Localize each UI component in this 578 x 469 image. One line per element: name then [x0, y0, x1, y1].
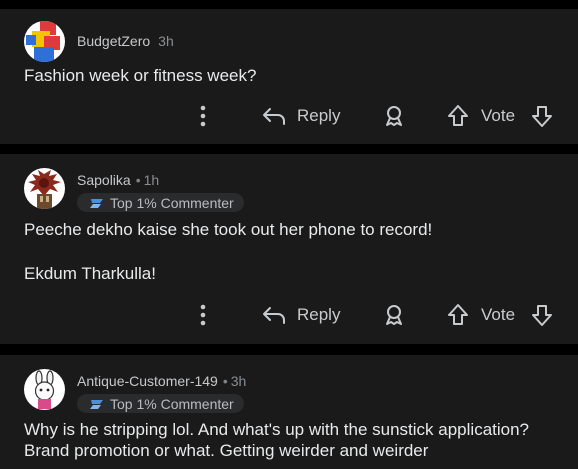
commenter-badge: Top 1% Commenter	[77, 193, 244, 212]
upvote-icon	[448, 304, 468, 325]
award-icon	[386, 106, 402, 126]
downvote-icon	[532, 305, 552, 326]
top-commenter-icon	[90, 399, 103, 409]
more-options-button[interactable]	[196, 101, 210, 131]
more-options-button[interactable]	[196, 300, 210, 330]
comment-header: BudgetZero 3h	[24, 21, 174, 62]
upvote-button[interactable]: Vote	[447, 101, 515, 131]
comment-actions: Reply Vote	[0, 300, 578, 330]
reply-label: Reply	[297, 305, 341, 324]
username[interactable]: Sapolika	[77, 172, 131, 188]
avatar[interactable]	[24, 21, 65, 62]
separator: •	[222, 373, 228, 389]
reply-button[interactable]: Reply	[261, 101, 340, 131]
award-icon	[386, 305, 402, 325]
timestamp: 1h	[143, 172, 160, 188]
downvote-button[interactable]	[531, 300, 553, 330]
separator: •	[135, 172, 141, 188]
comment-body-line: Brand promotion or what. Getting weirder…	[24, 441, 429, 460]
top-commenter-icon	[90, 198, 103, 208]
user-line: Sapolika • 1h	[77, 171, 244, 189]
comment-body-line: Peeche dekho kaise she took out her phon…	[24, 220, 433, 239]
reply-label: Reply	[297, 106, 341, 125]
comment-body-line: Why is he stripping lol. And what's up w…	[24, 420, 530, 439]
badge-label: Top 1% Commenter	[110, 395, 234, 412]
comment-meta: Sapolika • 1h Top 1% Commenter	[77, 168, 244, 215]
vote-label: Vote	[481, 305, 516, 324]
reply-button[interactable]: Reply	[261, 300, 340, 330]
comment-body: Fashion week or fitness week?	[24, 66, 257, 85]
user-line: BudgetZero 3h	[77, 32, 174, 50]
avatar[interactable]	[24, 168, 65, 209]
comment-card: BudgetZero 3h Fashion week or fitness wee…	[0, 9, 578, 144]
reply-icon	[263, 108, 285, 125]
vote-label: Vote	[481, 106, 516, 125]
more-icon	[200, 304, 206, 326]
timestamp: 3h	[158, 33, 174, 49]
reply-icon	[263, 307, 285, 324]
comment-meta: Antique-Customer-149 • 3h Top 1% Commenter	[77, 369, 246, 416]
more-icon	[200, 105, 206, 127]
timestamp: 3h	[230, 373, 247, 389]
downvote-icon	[532, 106, 552, 127]
upvote-icon	[448, 105, 468, 126]
commenter-badge: Top 1% Commenter	[77, 394, 244, 413]
comment-body-line: Ekdum Tharkulla!	[24, 264, 156, 283]
upvote-button[interactable]: Vote	[447, 300, 515, 330]
username[interactable]: Antique-Customer-149	[77, 373, 218, 389]
comment-actions: Reply Vote	[0, 101, 578, 131]
comment-card: Antique-Customer-149 • 3h Top 1% Commenter…	[0, 355, 578, 469]
badge-label: Top 1% Commenter	[110, 194, 234, 211]
avatar[interactable]	[24, 369, 65, 410]
comment-header: Sapolika • 1h Top 1% Commenter	[24, 168, 244, 215]
award-button[interactable]	[382, 101, 406, 131]
award-button[interactable]	[382, 300, 406, 330]
user-line: Antique-Customer-149 • 3h	[77, 372, 246, 390]
comment-meta: BudgetZero 3h	[77, 21, 174, 50]
comment-card: Sapolika • 1h Top 1% Commenter Peeche dekh…	[0, 154, 578, 344]
username[interactable]: BudgetZero	[77, 33, 150, 49]
comment-header: Antique-Customer-149 • 3h Top 1% Commenter	[24, 369, 246, 416]
downvote-button[interactable]	[531, 101, 553, 131]
